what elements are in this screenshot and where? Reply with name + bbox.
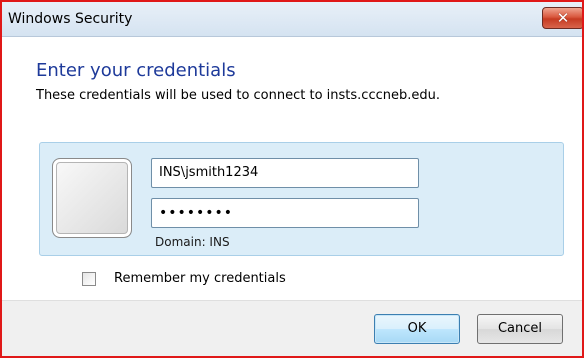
password-field[interactable]: •••••••• [151,198,419,228]
close-icon: ✕ [556,9,570,27]
cancel-button[interactable]: Cancel [477,314,563,344]
close-button[interactable]: ✕ [542,7,582,29]
dialog-heading: Enter your credentials [36,60,236,81]
title-bar[interactable]: Windows Security ✕ [2,2,582,37]
username-field[interactable]: INS\jsmith1234 [151,158,419,188]
remember-credentials-label[interactable]: Remember my credentials [114,271,286,287]
ok-button[interactable]: OK [374,314,460,344]
dialog-body: Enter your credentials These credentials… [2,37,582,356]
credential-tile[interactable]: INS\jsmith1234 •••••••• Domain: INS [39,142,564,256]
windows-security-dialog: Windows Security ✕ Enter your credential… [0,0,584,358]
button-bar: OK Cancel [2,300,582,356]
remember-credentials-checkbox[interactable] [82,272,96,286]
dialog-description: These credentials will be used to connec… [36,88,440,103]
user-tile-icon [52,158,132,238]
domain-label: Domain: INS [155,235,230,249]
window-title: Windows Security [8,11,133,27]
